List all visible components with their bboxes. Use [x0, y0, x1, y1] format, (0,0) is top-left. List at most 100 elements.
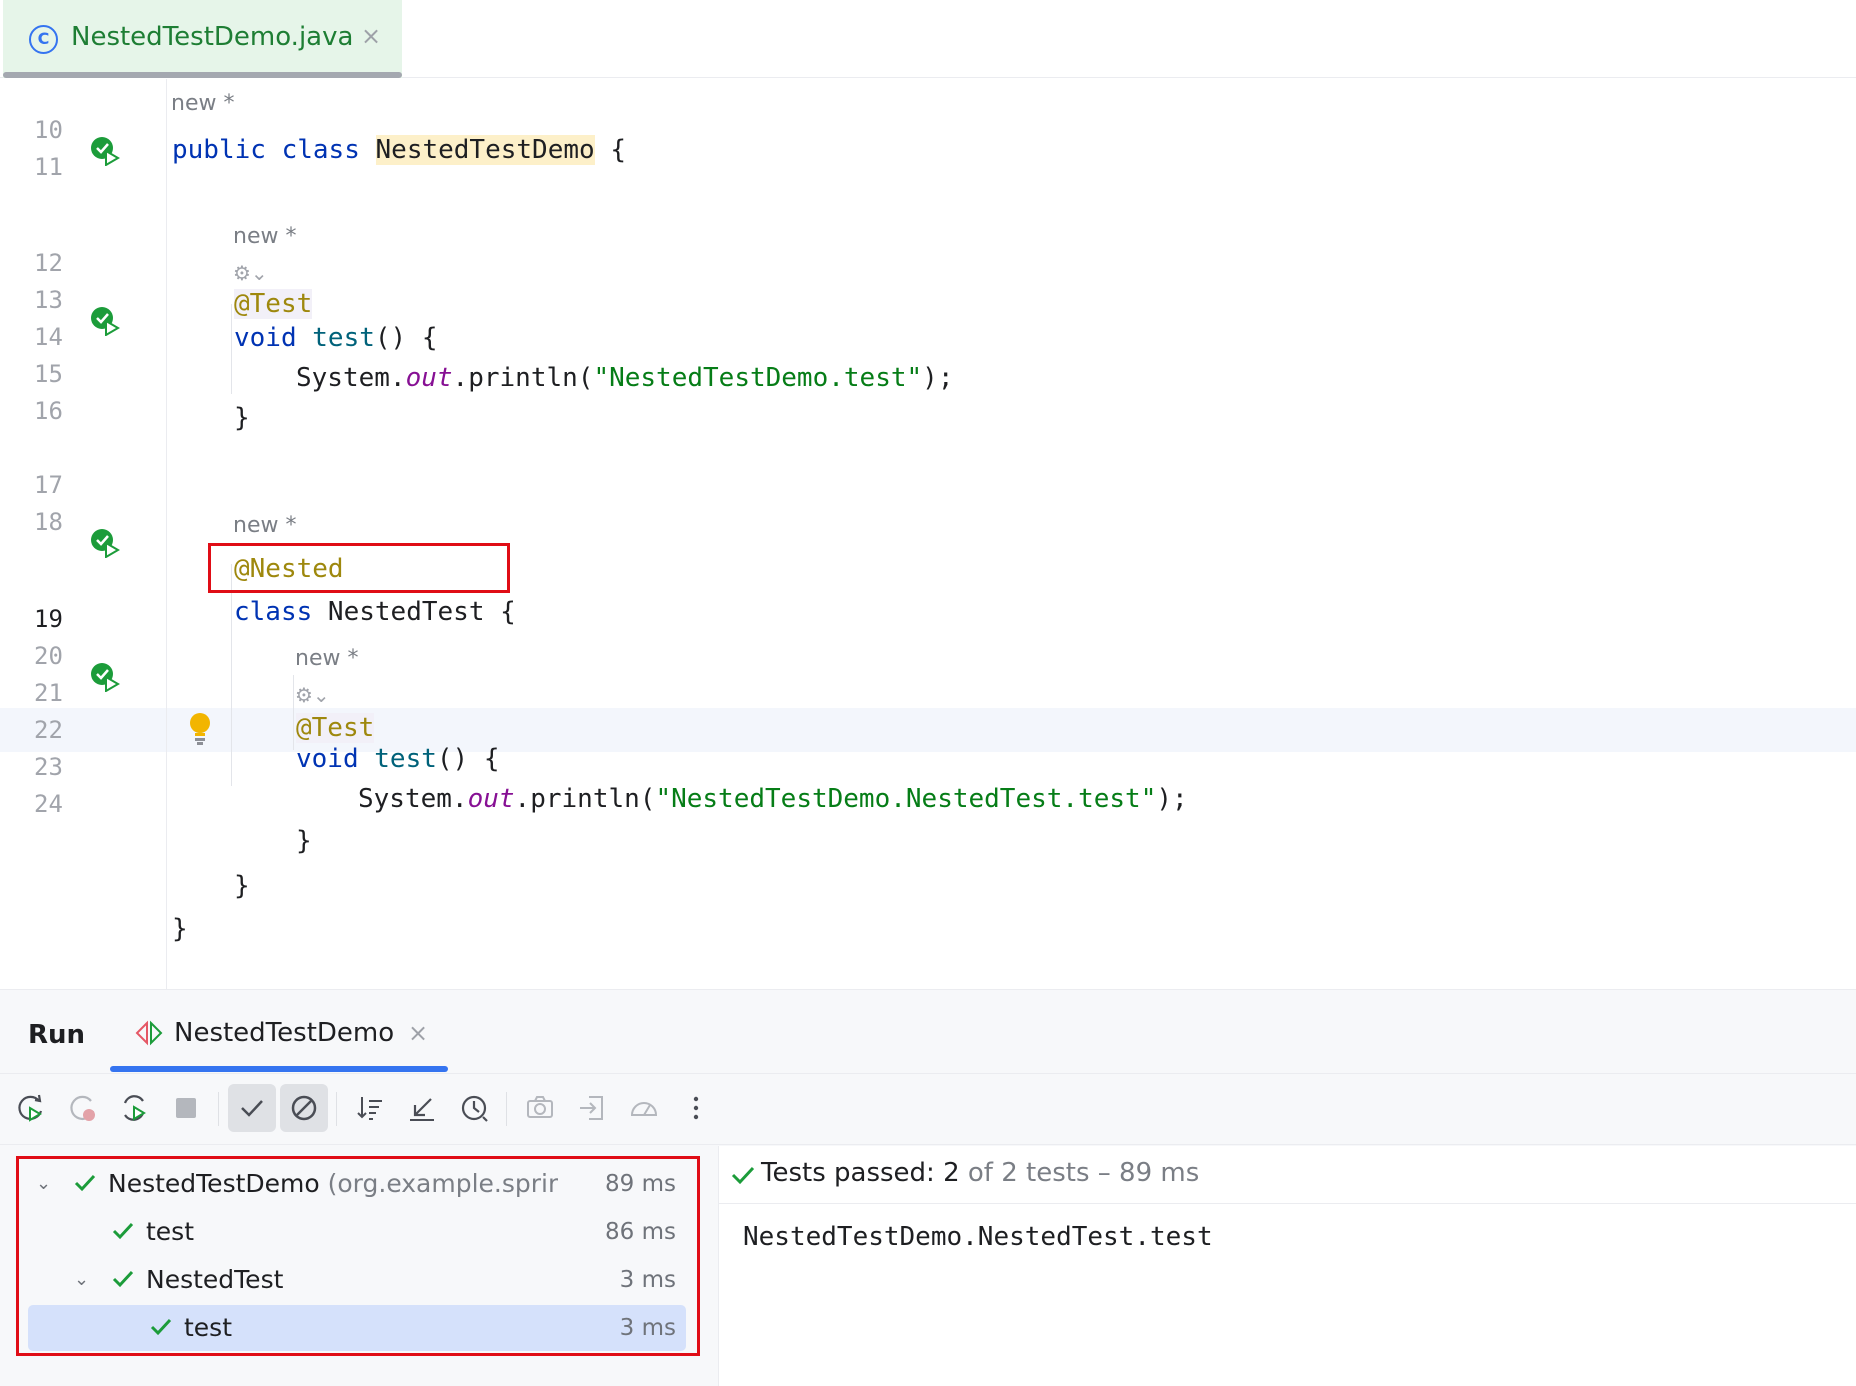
console-output: NestedTestDemo.NestedTest.test: [743, 1222, 1213, 1252]
brace: }: [172, 914, 188, 944]
code-line-18[interactable]: class NestedTest {: [234, 596, 516, 628]
active-tab-indicator: [110, 1066, 448, 1072]
code-vision-hint[interactable]: new *: [171, 91, 234, 116]
collapse-icon: [410, 1098, 434, 1121]
brace: }: [234, 403, 250, 433]
line-number: 12: [34, 249, 63, 277]
code-vision-hint[interactable]: new *: [295, 646, 358, 671]
test-status-bar: Tests passed: 2 of 2 tests – 89 ms: [719, 1146, 1856, 1204]
code-line-12[interactable]: @Test: [234, 288, 313, 320]
keyword: class: [281, 135, 360, 165]
brace: }: [296, 826, 312, 856]
annotation: @Test: [296, 713, 375, 743]
import-tests-button[interactable]: [568, 1084, 616, 1132]
total-count: of 2 tests: [959, 1158, 1090, 1188]
line-number: 10: [34, 116, 63, 144]
run-test-icon[interactable]: [88, 526, 120, 558]
sort-icon: [357, 1097, 382, 1120]
editor-tab-nestedtestdemo[interactable]: C NestedTestDemo.java ×: [3, 0, 402, 78]
gauge-icon: [630, 1102, 658, 1116]
punct: () {: [436, 744, 500, 774]
toolbar-separator: [336, 1092, 337, 1126]
camera-icon: [527, 1096, 553, 1118]
close-icon[interactable]: ×: [361, 22, 381, 50]
total-duration: – 89 ms: [1089, 1158, 1200, 1188]
punct: );: [922, 363, 954, 393]
toolbar-separator: [218, 1092, 219, 1126]
brace: {: [594, 135, 626, 165]
run-test-icon[interactable]: [88, 304, 120, 336]
run-tab-label: NestedTestDemo: [174, 1018, 395, 1048]
sort-button[interactable]: [346, 1084, 394, 1132]
passed-check-icon: [731, 1166, 755, 1185]
line-number: 14: [34, 323, 63, 351]
keyword: public: [172, 135, 266, 165]
code-line-19[interactable]: @Test: [296, 712, 375, 744]
code-line-13[interactable]: void test() {: [234, 322, 438, 354]
stop-icon: [176, 1098, 196, 1118]
show-passed-toggle[interactable]: [228, 1084, 276, 1132]
test-console[interactable]: Tests passed: 2 of 2 tests – 89 ms Neste…: [718, 1146, 1856, 1386]
code-line-15[interactable]: }: [234, 402, 250, 434]
lightbulb-icon[interactable]: [188, 712, 212, 746]
run-tab-nestedtestdemo[interactable]: NestedTestDemo ×: [110, 990, 448, 1072]
code-vision-hint[interactable]: new *: [233, 224, 296, 249]
code-line-20[interactable]: void test() {: [296, 743, 500, 775]
method-name: test: [374, 744, 437, 774]
punct: );: [1156, 784, 1188, 814]
line-number: 15: [34, 360, 63, 388]
line-number: 21: [34, 679, 63, 707]
line-number-current: 19: [34, 605, 63, 633]
active-tab-indicator: [3, 72, 402, 78]
tests-passed-summary: Tests passed: 2 of 2 tests – 89 ms: [761, 1158, 1199, 1188]
code-vision-hint[interactable]: new *: [233, 513, 296, 538]
import-icon: [580, 1096, 603, 1120]
test-history-button[interactable]: [450, 1084, 498, 1132]
brace: }: [234, 871, 250, 901]
run-test-icon[interactable]: [88, 134, 120, 166]
string-literal: "NestedTestDemo.test": [593, 363, 923, 393]
collapse-all-button[interactable]: [398, 1084, 446, 1132]
more-vertical-icon: [693, 1096, 699, 1120]
line-number: 24: [34, 790, 63, 818]
code-line-24[interactable]: }: [172, 913, 188, 945]
line-number: 11: [34, 153, 63, 181]
code-line-23[interactable]: }: [234, 870, 250, 902]
rerun-icon: [18, 1094, 43, 1122]
highlight-box-nested: [208, 543, 510, 593]
run-test-icon[interactable]: [88, 660, 120, 692]
code-editor[interactable]: 10 11 12 13 14 15 16 17 18 19 20 21 22 2…: [0, 79, 1856, 989]
identifier: System.: [358, 784, 468, 814]
passed-count: 2: [943, 1158, 960, 1188]
test-framework-icon[interactable]: ⚙⌄: [295, 683, 330, 707]
show-ignored-toggle[interactable]: [280, 1084, 328, 1132]
field: out: [405, 363, 453, 393]
code-line-14[interactable]: System.out.println("NestedTestDemo.test"…: [296, 362, 953, 394]
code-line-10[interactable]: public class NestedTestDemo {: [172, 134, 626, 166]
code-line-22[interactable]: }: [296, 825, 312, 857]
gutter-separator: [166, 79, 167, 989]
coverage-button[interactable]: [620, 1084, 668, 1132]
line-number: 13: [34, 286, 63, 314]
code-line-21[interactable]: System.out.println("NestedTestDemo.Neste…: [358, 783, 1188, 815]
close-icon[interactable]: ×: [408, 1019, 428, 1047]
keyword: void: [296, 744, 359, 774]
more-options-button[interactable]: [672, 1084, 720, 1132]
screenshot-button[interactable]: [516, 1084, 564, 1132]
indent-guide: [231, 304, 232, 394]
stop-button[interactable]: [162, 1084, 210, 1132]
test-framework-icon[interactable]: ⚙⌄: [233, 261, 268, 285]
status-prefix: Tests passed:: [761, 1158, 944, 1188]
rerun-failed-button[interactable]: [58, 1084, 106, 1132]
check-icon: [241, 1100, 263, 1117]
annotation: @Test: [234, 289, 313, 319]
toggle-auto-test-button[interactable]: [110, 1084, 158, 1132]
line-number: 16: [34, 397, 63, 425]
rerun-failed-icon: [70, 1095, 95, 1121]
java-class-icon: C: [29, 25, 58, 54]
call: .println(: [452, 363, 594, 393]
auto-test-icon: [123, 1095, 146, 1121]
string-literal: "NestedTestDemo.NestedTest.test": [655, 784, 1157, 814]
indent-guide: [231, 564, 232, 786]
rerun-button[interactable]: [6, 1084, 54, 1132]
